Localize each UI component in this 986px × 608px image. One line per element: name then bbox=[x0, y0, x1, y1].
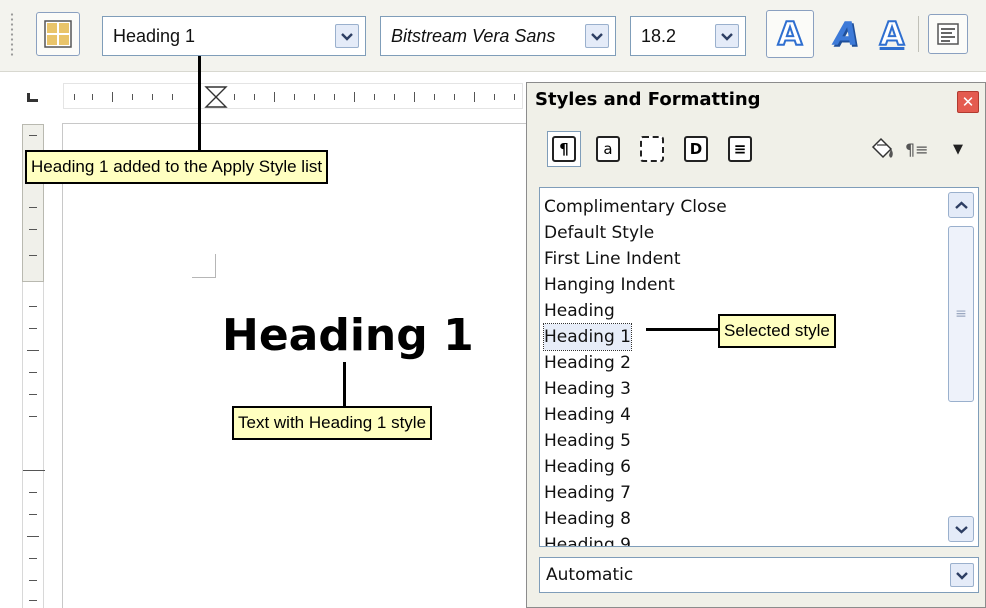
styles-and-formatting-button[interactable] bbox=[36, 12, 80, 56]
styles-and-formatting-icon bbox=[44, 20, 72, 48]
list-item[interactable]: Heading 5 bbox=[544, 428, 631, 454]
italic-shadow-a-icon: A bbox=[833, 15, 859, 53]
document-page[interactable] bbox=[62, 123, 528, 608]
font-name-dropdown-button[interactable] bbox=[585, 24, 609, 48]
scrollbar-thumb[interactable]: ≡ bbox=[948, 226, 974, 402]
font-size-dropdown-button[interactable] bbox=[715, 24, 739, 48]
list-item[interactable]: Heading 2 bbox=[544, 350, 631, 376]
list-item[interactable]: Heading bbox=[544, 298, 615, 324]
list-item[interactable]: Heading 6 bbox=[544, 454, 631, 480]
paragraph-styles-icon: ¶ bbox=[552, 136, 576, 162]
list-item[interactable]: Complimentary Close bbox=[544, 194, 727, 220]
bold-outline-button[interactable]: A bbox=[766, 10, 814, 58]
panel-title: Styles and Formatting bbox=[535, 89, 761, 110]
list-item[interactable]: Heading 9 bbox=[544, 532, 631, 546]
chevron-down-icon bbox=[956, 571, 968, 580]
close-icon[interactable]: ✕ bbox=[957, 91, 979, 113]
underline-a-icon: A bbox=[879, 14, 906, 54]
character-styles-icon: a bbox=[596, 136, 620, 162]
font-name-value: Bitstream Vera Sans bbox=[391, 26, 556, 46]
scroll-down-button[interactable] bbox=[948, 516, 974, 542]
formatting-toolbar: Heading 1 Bitstream Vera Sans 18.2 A A A bbox=[0, 0, 986, 72]
apply-style-value: Heading 1 bbox=[113, 26, 196, 46]
text-boundary-corner bbox=[192, 254, 216, 278]
list-item[interactable]: Heading 3 bbox=[544, 376, 631, 402]
italic-shadow-button[interactable]: A bbox=[824, 12, 868, 56]
toolbar-separator bbox=[918, 16, 919, 52]
callout-selected-style: Selected style bbox=[718, 314, 836, 348]
apply-style-combobox[interactable]: Heading 1 bbox=[102, 16, 366, 56]
callout-leader-line bbox=[343, 362, 346, 406]
style-filter-dropdown-button[interactable] bbox=[950, 563, 974, 587]
list-item-selected[interactable]: Heading 1 bbox=[543, 323, 632, 351]
style-filter-combobox[interactable]: Automatic bbox=[539, 557, 979, 593]
apply-style-dropdown-button[interactable] bbox=[335, 24, 359, 48]
toolbar-grip-handle[interactable] bbox=[10, 12, 14, 58]
character-styles-button[interactable]: a bbox=[591, 131, 625, 167]
chevron-up-icon bbox=[954, 200, 968, 209]
chevron-down-icon bbox=[341, 32, 353, 41]
tab-stop-type-icon[interactable] bbox=[27, 93, 38, 102]
list-item[interactable]: Hanging Indent bbox=[544, 272, 675, 298]
page-styles-button[interactable]: D bbox=[679, 131, 713, 167]
chevron-down-icon bbox=[954, 525, 968, 534]
fill-format-mode-button[interactable] bbox=[867, 135, 897, 165]
list-item[interactable]: Heading 7 bbox=[544, 480, 631, 506]
callout-leader-line bbox=[198, 56, 201, 150]
list-styles-button[interactable]: ≡ bbox=[723, 131, 757, 167]
paragraph-styles-button[interactable]: ¶ bbox=[547, 131, 581, 167]
list-item[interactable]: Heading 8 bbox=[544, 506, 631, 532]
scroll-up-button[interactable] bbox=[948, 192, 974, 218]
vertical-ruler-margin bbox=[22, 124, 44, 282]
frame-styles-icon bbox=[640, 136, 664, 162]
document-heading-text[interactable]: Heading 1 bbox=[222, 310, 474, 361]
page-styles-icon: D bbox=[684, 136, 708, 162]
list-item[interactable]: Heading 4 bbox=[544, 402, 631, 428]
indent-marker-icon[interactable] bbox=[204, 86, 228, 108]
horizontal-ruler[interactable] bbox=[63, 83, 523, 109]
chevron-down-icon bbox=[591, 32, 603, 41]
font-name-combobox[interactable]: Bitstream Vera Sans bbox=[380, 16, 616, 56]
align-left-icon bbox=[937, 23, 959, 45]
list-item[interactable]: First Line Indent bbox=[544, 246, 681, 272]
frame-styles-button[interactable] bbox=[635, 131, 669, 167]
list-styles-icon: ≡ bbox=[728, 136, 752, 162]
bold-outline-a-icon: A bbox=[777, 14, 804, 54]
callout-text-style: Text with Heading 1 style bbox=[232, 406, 433, 440]
align-left-button[interactable] bbox=[928, 14, 968, 54]
styles-list[interactable]: Complimentary Close Default Style First … bbox=[539, 187, 979, 547]
style-filter-value: Automatic bbox=[546, 565, 634, 585]
new-style-from-selection-icon[interactable]: ¶≡ bbox=[905, 135, 929, 165]
underline-button[interactable]: A bbox=[870, 12, 914, 56]
list-item[interactable]: Default Style bbox=[544, 220, 654, 246]
panel-menu-arrow-icon[interactable]: ▼ bbox=[953, 135, 963, 165]
font-size-value: 18.2 bbox=[641, 26, 677, 46]
callout-leader-line bbox=[646, 328, 718, 331]
font-size-combobox[interactable]: 18.2 bbox=[630, 16, 746, 56]
fill-format-mode-icon bbox=[871, 137, 893, 159]
callout-apply-style: Heading 1 added to the Apply Style list bbox=[25, 150, 329, 184]
chevron-down-icon bbox=[721, 32, 733, 41]
